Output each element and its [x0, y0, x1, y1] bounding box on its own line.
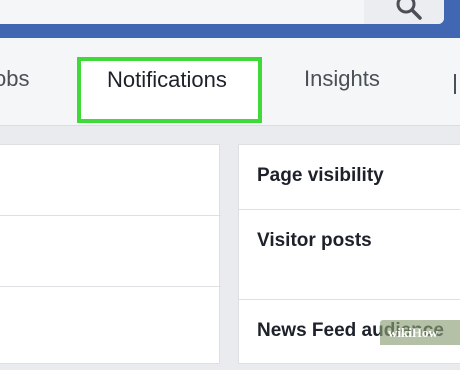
tab-notifications[interactable]: Notifications — [77, 57, 262, 123]
menu-row-divider — [0, 215, 221, 216]
tab-notifications-label: Notifications — [107, 67, 227, 92]
left-settings-menu — [0, 144, 221, 364]
tab-insights[interactable]: Insights — [304, 66, 380, 92]
search-button[interactable] — [364, 0, 444, 24]
watermark-text: wikiHow — [388, 325, 438, 340]
setting-row-visitor-posts[interactable]: Visitor posts — [239, 210, 460, 300]
setting-row-page-visibility[interactable]: Page visibility — [239, 145, 460, 210]
page-tabs: obs Notifications Insights — [0, 38, 460, 125]
divider — [0, 125, 460, 126]
watermark-logo: wikiHow — [380, 320, 460, 345]
search-icon — [396, 0, 422, 20]
setting-label: Page visibility — [257, 165, 384, 186]
tab-jobs[interactable]: obs — [0, 66, 29, 92]
tab-next-partial[interactable] — [454, 74, 460, 94]
setting-label: Visitor posts — [257, 230, 372, 251]
top-navigation-bar — [0, 0, 460, 38]
menu-row-divider — [0, 286, 221, 287]
